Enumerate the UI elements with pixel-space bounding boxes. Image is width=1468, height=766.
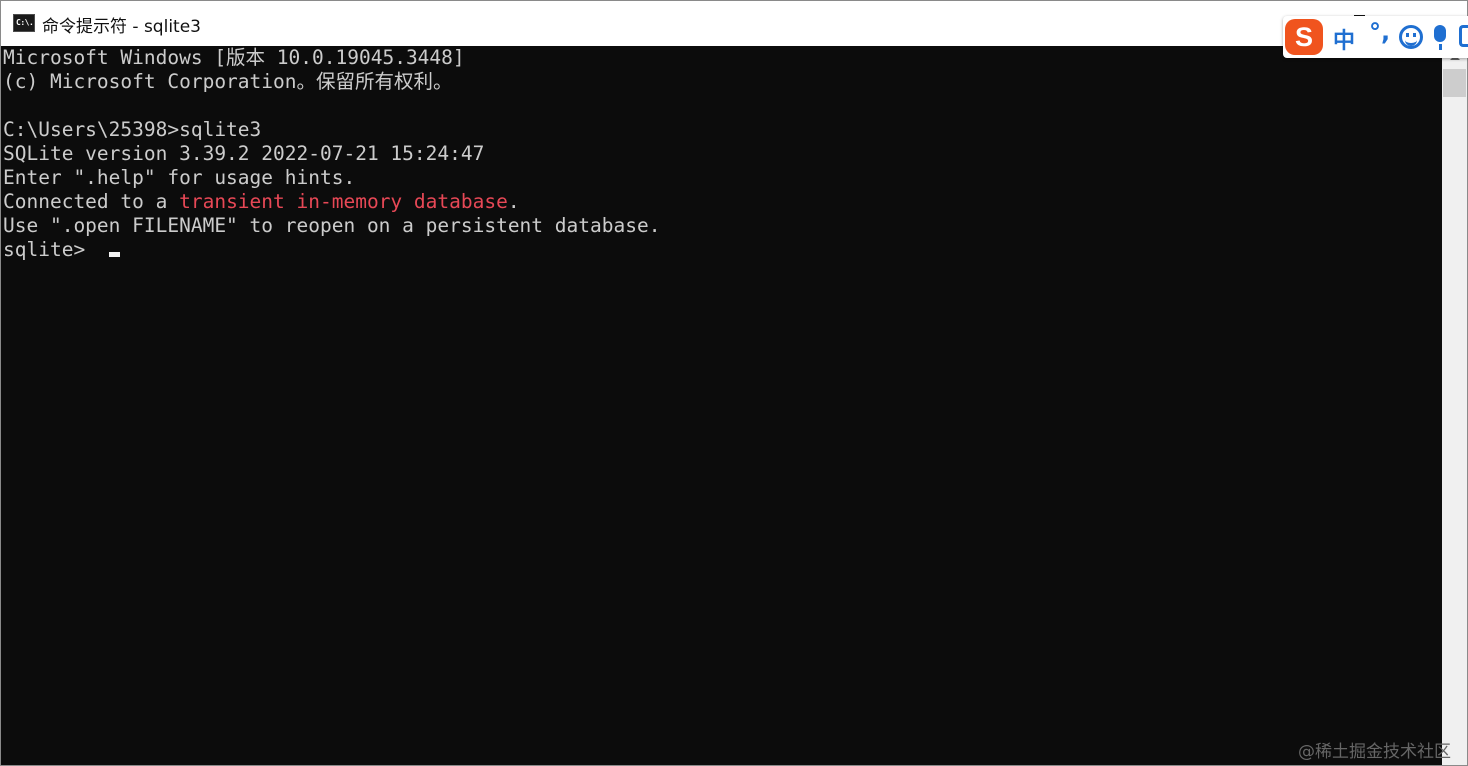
microphone-icon[interactable] bbox=[1434, 25, 1446, 50]
title-bar[interactable]: C:\. 命令提示符 - sqlite3 bbox=[1, 1, 1467, 46]
console-line: Use ".open FILENAME" to reopen on a pers… bbox=[3, 214, 661, 237]
ime-punctuation-toggle[interactable]: °, bbox=[1369, 18, 1390, 46]
console-line: C:\Users\25398>sqlite3 bbox=[3, 118, 262, 141]
console-output[interactable]: Microsoft Windows [版本 10.0.19045.3448] (… bbox=[2, 46, 1442, 765]
sqlite-prompt-line[interactable]: sqlite> bbox=[3, 238, 120, 262]
console-line: Connected to a transient in-memory datab… bbox=[3, 190, 520, 214]
console-line: Enter ".help" for usage hints. bbox=[3, 166, 356, 189]
command-prompt-window: C:\. 命令提示符 - sqlite3 Microsoft Windows [… bbox=[0, 0, 1468, 766]
watermark: @稀土掘金技术社区 bbox=[1298, 742, 1451, 762]
console-line: Microsoft Windows [版本 10.0.19045.3448] bbox=[3, 46, 465, 69]
scroll-thumb[interactable] bbox=[1443, 69, 1466, 97]
more-icon[interactable] bbox=[1459, 25, 1468, 47]
window-title: 命令提示符 - sqlite3 bbox=[42, 17, 201, 37]
command-prompt-icon[interactable]: C:\. bbox=[13, 14, 35, 32]
console-line: SQLite version 3.39.2 2022-07-21 15:24:4… bbox=[3, 142, 485, 165]
ime-language-toggle[interactable]: 中 bbox=[1333, 23, 1355, 55]
text-cursor bbox=[108, 252, 120, 257]
emoji-icon[interactable] bbox=[1399, 25, 1423, 49]
highlighted-text: transient in-memory database bbox=[179, 190, 508, 213]
console-line-suffix: . bbox=[507, 190, 520, 213]
sqlite-prompt: sqlite> bbox=[3, 238, 97, 261]
sogou-logo-icon[interactable]: S bbox=[1285, 19, 1323, 55]
console-line-prefix: Connected to a bbox=[3, 190, 180, 213]
ime-toolbar[interactable]: S 中 °, bbox=[1283, 16, 1468, 58]
app-icon-text: C:\. bbox=[16, 18, 34, 27]
console-line: (c) Microsoft Corporation。保留所有权利。 bbox=[3, 70, 453, 93]
vertical-scrollbar[interactable] bbox=[1442, 46, 1467, 765]
